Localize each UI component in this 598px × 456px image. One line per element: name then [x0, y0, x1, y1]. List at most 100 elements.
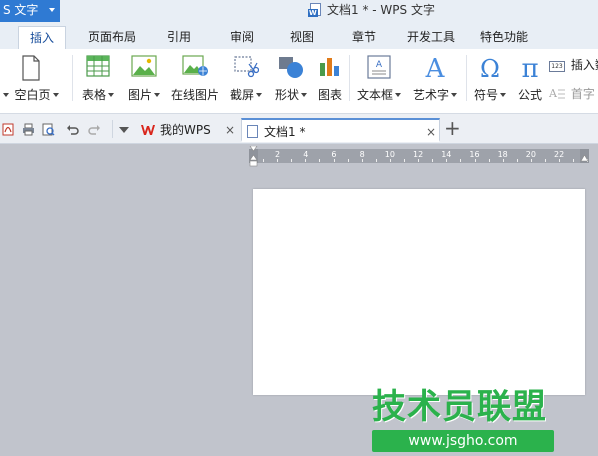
window-title: 文档1 * - WPS 文字	[308, 0, 435, 22]
tab-developer[interactable]: 开发工具	[407, 26, 455, 49]
wordart-button[interactable]: A 艺术字	[408, 49, 462, 109]
pdf-export-icon[interactable]	[2, 123, 15, 136]
shape-button[interactable]: 形状	[270, 49, 312, 109]
drop-cap-button[interactable]: A 首字	[549, 85, 598, 101]
wordart-icon: A	[425, 55, 446, 81]
formula-label: 公式	[517, 88, 542, 102]
ruler-tick	[573, 159, 575, 162]
ruler-tick	[333, 159, 335, 162]
ruler-label: 8	[359, 150, 365, 159]
screenshot-button[interactable]: 截屏	[226, 49, 266, 109]
shapes-icon	[279, 57, 303, 78]
ruler-tick	[502, 159, 504, 162]
tab-view[interactable]: 视图	[290, 26, 314, 49]
document-page[interactable]	[253, 189, 585, 395]
redo-icon[interactable]	[88, 123, 101, 136]
document-icon	[247, 125, 258, 138]
insert-number-button[interactable]: 123 插入数	[549, 56, 598, 72]
close-icon[interactable]: ×	[426, 120, 436, 144]
svg-text:π: π	[521, 55, 538, 81]
drop-cap-label: 首字	[570, 87, 595, 101]
ruler-tick	[488, 159, 490, 162]
ruler-label: 12	[413, 150, 424, 159]
shape-label: 形状	[274, 88, 299, 102]
menu-bar: 插入 页面布局 引用 审阅 视图 章节 开发工具 特色功能	[0, 22, 598, 49]
blank-page-icon	[22, 55, 40, 81]
new-tab-button[interactable]: +	[444, 116, 461, 140]
horizontal-ruler[interactable]: 2 4 6 8 10 12 14 16 18 20 22	[249, 146, 589, 167]
ruler-tick	[263, 159, 264, 162]
ruler-tick	[446, 159, 448, 162]
ruler-tick	[545, 159, 546, 162]
insert-number-label: 插入数	[570, 58, 598, 72]
indent-marker-icon[interactable]	[249, 146, 258, 168]
table-label: 表格	[81, 88, 106, 102]
watermark-logo: 技术员联盟	[372, 387, 547, 427]
window-title-text: 文档1 * - WPS 文字	[327, 3, 435, 17]
tab-insert[interactable]: 插入	[18, 26, 67, 49]
pi-icon: π	[521, 55, 538, 81]
ruler-tick	[474, 159, 476, 162]
tab-page-layout[interactable]: 页面布局	[88, 26, 136, 49]
ruler-tick	[305, 159, 307, 162]
ruler-tick	[277, 159, 279, 162]
table-button[interactable]: 表格	[78, 49, 118, 109]
ruler-label: 6	[331, 150, 337, 159]
title-bar: S 文字 文档1 * - WPS 文字	[0, 0, 598, 22]
ruler-tick	[361, 159, 363, 162]
document-icon	[308, 3, 321, 17]
chart-label: 图表	[317, 88, 342, 102]
blank-page-button[interactable]: 空白页	[0, 49, 62, 109]
print-icon[interactable]	[22, 123, 35, 136]
undo-icon[interactable]	[66, 123, 79, 136]
chevron-down-icon	[49, 8, 55, 12]
chart-button[interactable]: 图表	[312, 49, 348, 109]
ruler-tick	[516, 159, 518, 162]
right-indent-marker-icon[interactable]	[580, 155, 589, 165]
watermark-url: www.jsgho.com	[372, 430, 554, 452]
tab-review[interactable]: 审阅	[230, 26, 254, 49]
picture-button[interactable]: 图片	[124, 49, 164, 109]
ruler-tick	[418, 159, 420, 162]
ruler-tick	[404, 159, 405, 162]
ruler-tick	[460, 159, 462, 162]
quick-access-bar: 我的WPS × 文档1 * × +	[0, 114, 598, 144]
tab-special-features[interactable]: 特色功能	[480, 26, 528, 49]
ruler-label: 14	[441, 150, 452, 159]
close-icon[interactable]: ×	[225, 118, 235, 142]
ruler-tick	[559, 159, 561, 162]
picture-label: 图片	[127, 88, 152, 102]
symbol-label: 符号	[473, 88, 498, 102]
tab-document1[interactable]: 文档1 * ×	[241, 118, 440, 142]
app-menu-button[interactable]: S 文字	[0, 0, 60, 22]
ruler-label: 10	[384, 150, 395, 159]
online-picture-icon	[182, 55, 208, 76]
screenshot-label: 截屏	[229, 88, 254, 102]
tab-document1-label: 文档1 *	[264, 125, 306, 139]
formula-button[interactable]: π 公式	[514, 49, 546, 109]
ruler-label: 22	[554, 150, 565, 159]
ruler-tick	[375, 159, 377, 162]
tab-section[interactable]: 章节	[352, 26, 376, 49]
textbox-button[interactable]: A 文本框	[352, 49, 406, 109]
ribbon-separator	[349, 55, 350, 101]
symbol-button[interactable]: Ω 符号	[470, 49, 510, 109]
tab-my-wps[interactable]: 我的WPS ×	[138, 118, 238, 142]
table-icon	[86, 55, 110, 77]
svg-text:A: A	[376, 60, 383, 70]
dropdown-arrow-icon[interactable]	[118, 126, 130, 134]
tab-my-wps-label: 我的WPS	[160, 123, 211, 137]
online-picture-label: 在线图片	[170, 88, 219, 102]
wordart-label: 艺术字	[412, 88, 449, 102]
svg-text:A: A	[425, 55, 446, 81]
print-preview-icon[interactable]	[42, 123, 55, 136]
scissors-icon	[234, 56, 259, 78]
tab-references[interactable]: 引用	[167, 26, 191, 49]
ruler-label: 18	[497, 150, 508, 159]
ruler-tick	[291, 159, 293, 162]
omega-icon: Ω	[480, 55, 500, 81]
number-icon: 123	[549, 61, 565, 72]
ribbon-separator	[72, 55, 73, 101]
online-picture-button[interactable]: 在线图片	[168, 49, 222, 109]
ribbon: 空白页 表格 图片 在线图片 截屏 形状 图表 A 文本框 A 艺术字 Ω 符号…	[0, 49, 598, 114]
